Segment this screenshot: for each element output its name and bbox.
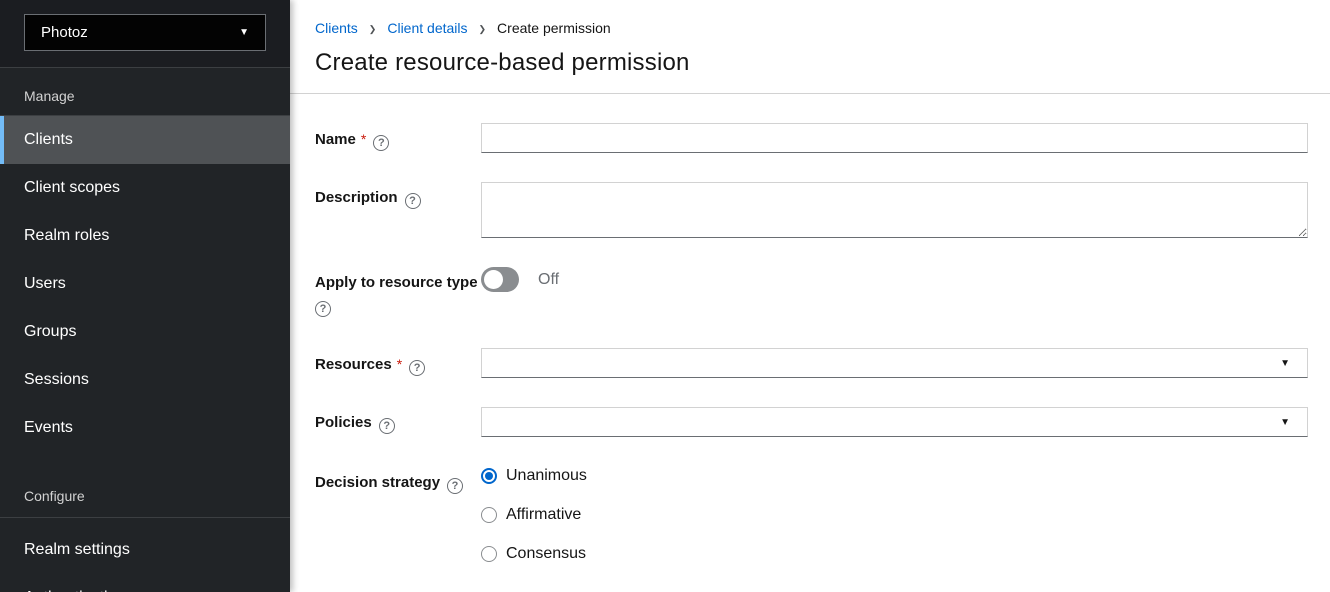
apply-label-group: Apply to resource type ? (315, 267, 481, 317)
nav-list-configure: Realm settings Authentication (0, 518, 290, 592)
toggle-knob (484, 270, 503, 289)
decision-strategy-label-group: Decision strategy? (315, 467, 481, 563)
toggle-state-label: Off (538, 271, 559, 289)
name-label: Name (315, 131, 356, 148)
policies-label: Policies (315, 414, 372, 431)
realm-selector-button[interactable]: Photoz ▼ (24, 14, 266, 51)
decision-strategy-control: Unanimous Affirmative Consensus (481, 467, 1308, 563)
required-asterisk: * (361, 131, 366, 147)
radio-option-affirmative[interactable]: Affirmative (481, 506, 1308, 524)
help-icon[interactable]: ? (373, 135, 389, 151)
apply-toggle-row: Off (481, 267, 1308, 292)
nav-section-title-configure: Configure (0, 482, 290, 518)
resources-control: ▼ (481, 348, 1308, 378)
radio-label-consensus: Consensus (506, 545, 586, 563)
sidebar-item-clients[interactable]: Clients (0, 116, 290, 164)
breadcrumb-link-client-details[interactable]: Client details (387, 20, 467, 36)
page-title: Create resource-based permission (315, 49, 1305, 77)
help-icon[interactable]: ? (405, 193, 421, 209)
description-label: Description (315, 189, 398, 206)
realm-selector-label: Photoz (41, 24, 88, 41)
create-permission-form: Name *? Description? Apply to resource ty… (290, 94, 1330, 592)
decision-strategy-label: Decision strategy (315, 474, 440, 491)
resources-label-group: Resources *? (315, 348, 481, 378)
caret-down-icon: ▼ (239, 27, 249, 38)
name-control (481, 123, 1308, 153)
nav-section-title-manage: Manage (0, 68, 290, 116)
name-input[interactable] (481, 123, 1308, 153)
sidebar-item-sessions[interactable]: Sessions (0, 356, 290, 404)
policies-select[interactable]: ▼ (481, 407, 1308, 437)
help-icon[interactable]: ? (315, 301, 331, 317)
radio-label-affirmative: Affirmative (506, 506, 581, 524)
apply-to-resource-type-row: Apply to resource type ? Off (315, 267, 1308, 317)
sidebar-item-realm-roles[interactable]: Realm roles (0, 212, 290, 260)
policies-label-group: Policies? (315, 407, 481, 437)
required-asterisk: * (397, 356, 402, 372)
apply-to-resource-type-label: Apply to resource type (315, 274, 478, 291)
apply-control: Off (481, 267, 1308, 317)
breadcrumb-current-create-permission: Create permission (497, 20, 611, 36)
sidebar-item-users[interactable]: Users (0, 260, 290, 308)
page-header: Clients ❯ Client details ❯ Create permis… (290, 0, 1330, 94)
caret-down-icon: ▼ (1280, 358, 1290, 369)
resources-select[interactable]: ▼ (481, 348, 1308, 378)
help-icon[interactable]: ? (409, 360, 425, 376)
description-control (481, 182, 1308, 238)
nav-list-manage: Clients Client scopes Realm roles Users … (0, 116, 290, 452)
sidebar-item-groups[interactable]: Groups (0, 308, 290, 356)
radio-unchecked-icon[interactable] (481, 546, 497, 562)
sidebar-item-client-scopes[interactable]: Client scopes (0, 164, 290, 212)
help-icon[interactable]: ? (447, 478, 463, 494)
breadcrumb-link-clients[interactable]: Clients (315, 20, 358, 36)
help-icon[interactable]: ? (379, 418, 395, 434)
policies-control: ▼ (481, 407, 1308, 437)
apply-resource-type-toggle[interactable] (481, 267, 519, 292)
description-row: Description? (315, 182, 1308, 238)
sidebar-item-authentication[interactable]: Authentication (0, 574, 290, 592)
sidebar: Photoz ▼ Manage Clients Client scopes Re… (0, 0, 290, 592)
description-textarea[interactable] (481, 182, 1308, 238)
radio-unchecked-icon[interactable] (481, 507, 497, 523)
name-row: Name *? (315, 123, 1308, 153)
main-content: Clients ❯ Client details ❯ Create permis… (290, 0, 1330, 592)
resources-label: Resources (315, 356, 392, 373)
caret-down-icon: ▼ (1280, 417, 1290, 428)
decision-strategy-row: Decision strategy? Unanimous Affirmative… (315, 467, 1308, 563)
name-label-group: Name *? (315, 123, 481, 153)
radio-checked-icon[interactable] (481, 468, 497, 484)
breadcrumb: Clients ❯ Client details ❯ Create permis… (315, 20, 1305, 36)
resources-row: Resources *? ▼ (315, 348, 1308, 378)
radio-label-unanimous: Unanimous (506, 467, 587, 485)
sidebar-item-realm-settings[interactable]: Realm settings (0, 526, 290, 574)
description-label-group: Description? (315, 182, 481, 238)
sidebar-item-events[interactable]: Events (0, 404, 290, 452)
realm-selector-area: Photoz ▼ (0, 0, 290, 68)
radio-option-consensus[interactable]: Consensus (481, 545, 1308, 563)
radio-option-unanimous[interactable]: Unanimous (481, 467, 1308, 485)
breadcrumb-separator-icon: ❯ (479, 22, 487, 35)
breadcrumb-separator-icon: ❯ (369, 22, 377, 35)
policies-row: Policies? ▼ (315, 407, 1308, 437)
